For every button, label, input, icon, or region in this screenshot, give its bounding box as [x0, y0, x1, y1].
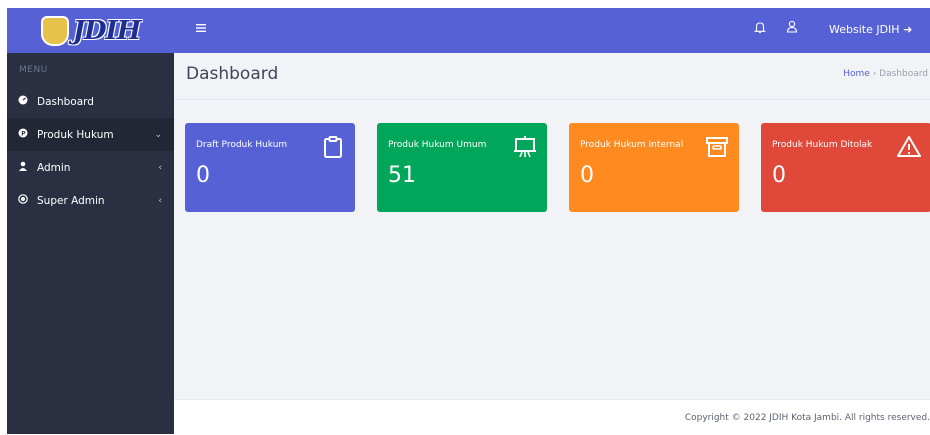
archive-icon	[706, 137, 728, 157]
jdih-logo[interactable]: JDIH	[7, 8, 174, 53]
super-admin-icon	[17, 194, 29, 207]
produk-hukum-icon: P	[17, 128, 29, 141]
card-produk-hukum-umum[interactable]: Produk Hukum Umum 51	[377, 123, 547, 212]
top-navbar: Website JDIH ➜	[174, 8, 930, 53]
breadcrumb-separator: ›	[869, 69, 880, 79]
card-draft-produk-hukum[interactable]: Draft Produk Hukum 0	[185, 123, 355, 212]
sidebar-item-label: Dashboard	[37, 95, 94, 108]
breadcrumb: Home › Dashboard	[843, 69, 928, 79]
copyright-text: Copyright © 2022 JDIH Kota Jambi. All ri…	[684, 413, 930, 423]
footer: Copyright © 2022 JDIH Kota Jambi. All ri…	[174, 399, 930, 435]
sidebar: JDIH MENU Dashboard P Produk Hukum ⌄ Adm…	[7, 8, 174, 434]
menu-toggle-icon[interactable]	[196, 22, 208, 37]
logo-text: JDIH	[72, 15, 142, 46]
sidebar-item-label: Admin	[37, 161, 71, 174]
chevron-left-icon: ‹	[158, 162, 162, 173]
warning-icon	[897, 136, 921, 157]
card-value: 0	[580, 163, 594, 188]
sidebar-item-label: Produk Hukum	[37, 128, 114, 141]
card-produk-hukum-internal[interactable]: Produk Hukum Internal 0	[569, 123, 739, 212]
bell-icon[interactable]	[753, 21, 767, 37]
card-label: Draft Produk Hukum	[196, 140, 288, 150]
card-value: 51	[388, 163, 416, 188]
card-value: 0	[772, 163, 786, 188]
sidebar-item-produk-hukum[interactable]: P Produk Hukum ⌄	[7, 118, 174, 151]
sidebar-item-dashboard[interactable]: Dashboard	[7, 85, 174, 118]
main-content: Dashboard Home › Dashboard Draft Produk …	[174, 53, 930, 399]
page-header: Dashboard Home › Dashboard	[174, 53, 930, 100]
sidebar-item-admin[interactable]: Admin ‹	[7, 151, 174, 184]
card-label: Produk Hukum Internal	[580, 140, 684, 150]
chevron-down-icon: ⌄	[154, 129, 162, 140]
page-title: Dashboard	[186, 64, 279, 84]
card-value: 0	[196, 163, 210, 188]
website-jdih-link[interactable]: Website JDIH ➜	[829, 23, 912, 36]
chevron-left-icon: ‹	[158, 195, 162, 206]
user-account-icon[interactable]	[786, 20, 798, 36]
city-emblem-icon	[40, 15, 69, 46]
card-label: Produk Hukum Umum	[388, 140, 487, 150]
clipboard-icon	[324, 136, 342, 158]
sidebar-item-label: Super Admin	[37, 194, 105, 207]
card-produk-hukum-ditolak[interactable]: Produk Hukum Ditolak 0	[761, 123, 930, 212]
presentation-icon	[514, 136, 536, 158]
menu-header: MENU	[19, 65, 48, 75]
dashboard-icon	[17, 95, 29, 108]
card-label: Produk Hukum Ditolak	[772, 140, 873, 150]
svg-text:P: P	[21, 130, 26, 137]
breadcrumb-current: Dashboard	[879, 69, 928, 79]
sidebar-item-super-admin[interactable]: Super Admin ‹	[7, 184, 174, 217]
user-icon	[17, 161, 29, 174]
breadcrumb-home-link[interactable]: Home	[843, 69, 870, 79]
